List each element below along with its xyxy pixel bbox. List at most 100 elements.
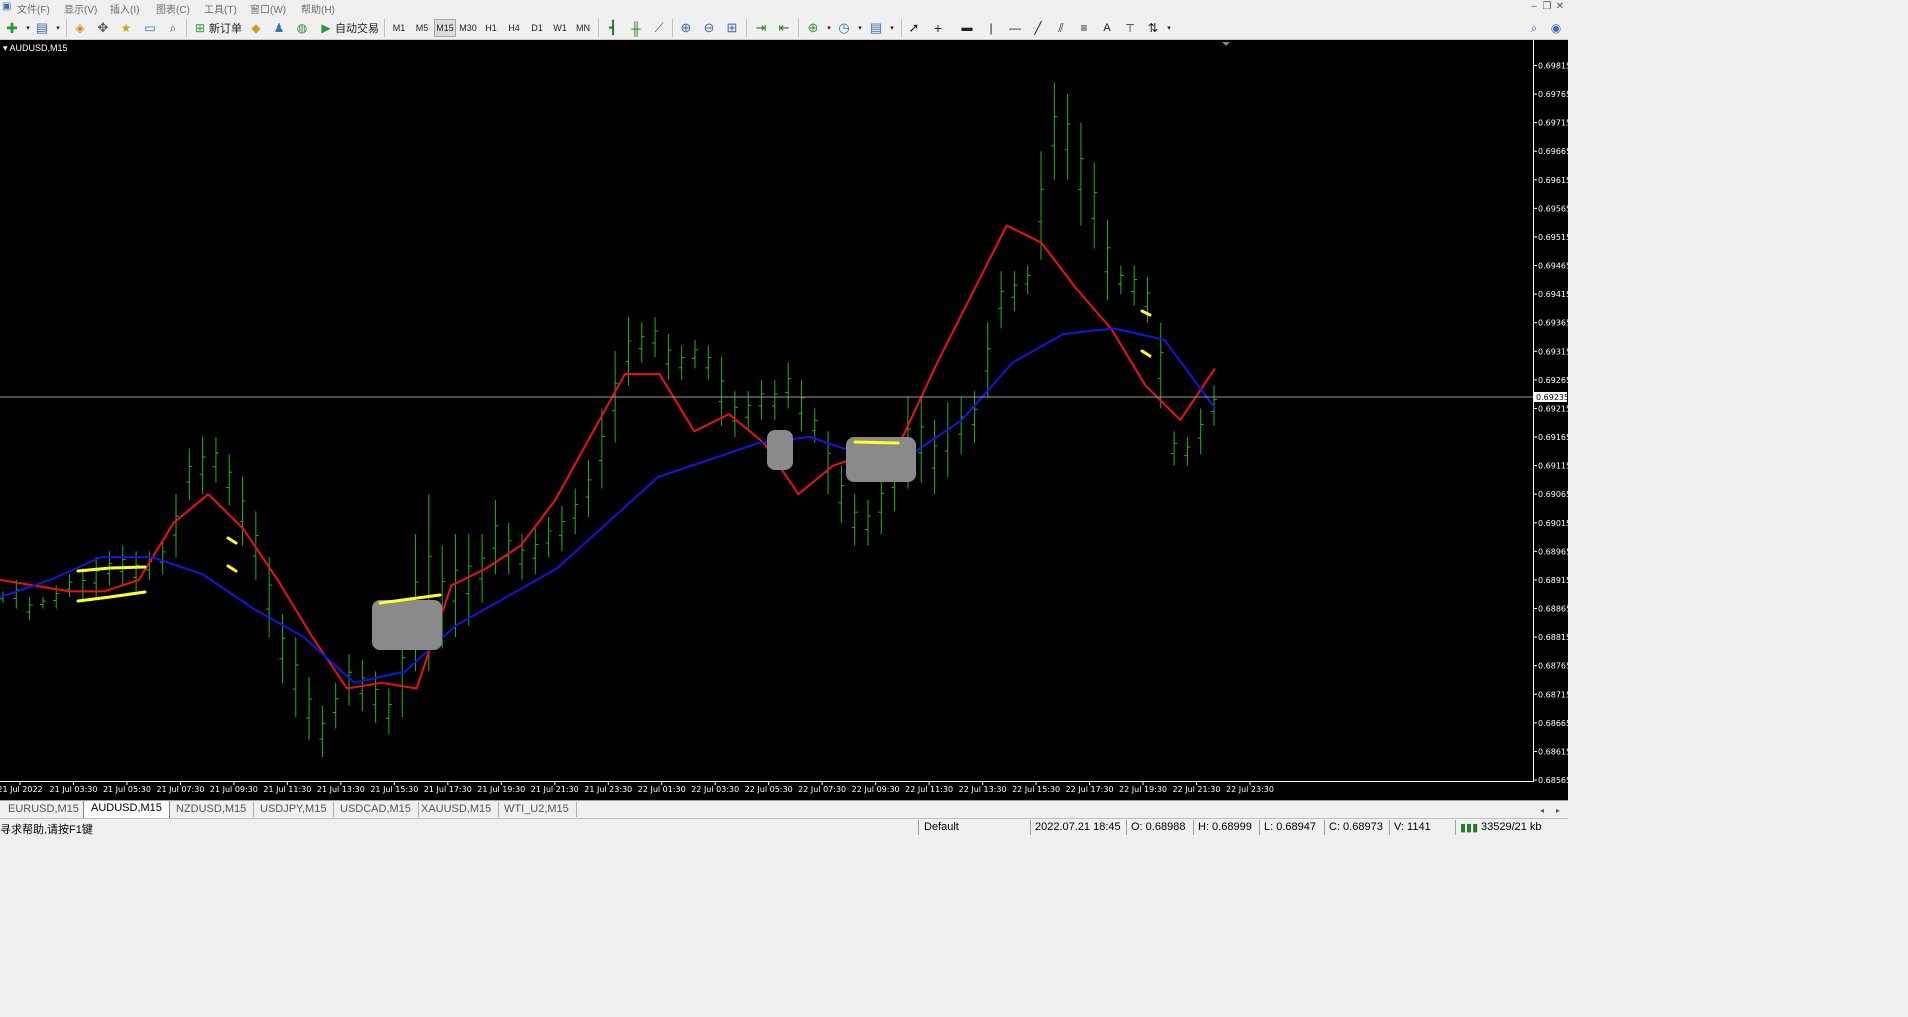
- status-profile: Default: [924, 821, 959, 833]
- yellow-highlight-stroke: [853, 440, 900, 445]
- market-watch-icon[interactable]: ◈: [72, 19, 88, 37]
- chart-canvas[interactable]: 0.69815 0.69765 0.69715 0.69665 0.69615 0.695…: [0, 40, 1568, 800]
- status-help: 寻求帮助,请按F1键: [0, 824, 93, 836]
- price-chart[interactable]: 0.69815 0.69765 0.69715 0.69665 0.69615 0.695…: [0, 40, 1568, 800]
- tile-windows-icon[interactable]: ⊞: [724, 19, 740, 37]
- community-icon[interactable]: ◉: [1548, 19, 1564, 37]
- separator: [1455, 820, 1456, 835]
- time-tick-label: 21 Jul 17:30: [424, 785, 472, 794]
- price-tick-label: 0.69315: [1538, 347, 1568, 356]
- auto-scroll-icon[interactable]: ⇥: [753, 19, 769, 37]
- zoom-out-icon[interactable]: ⊖: [701, 19, 717, 37]
- text-tool-icon[interactable]: A: [1099, 19, 1115, 37]
- yellow-highlight-stroke: [76, 565, 147, 573]
- fibonacci-icon[interactable]: ≡: [1076, 19, 1092, 37]
- separator: [746, 19, 747, 37]
- timeframe-m15[interactable]: M15: [434, 19, 456, 37]
- time-tick-label: 22 Jul 09:30: [852, 785, 900, 794]
- app-icon: ▣: [2, 1, 12, 12]
- time-tick-label: 21 Jul 05:30: [103, 785, 151, 794]
- tab-nzdusd[interactable]: NZDUSD,M15: [169, 802, 255, 817]
- navigator-icon[interactable]: ✥: [95, 19, 111, 37]
- menu-help[interactable]: 帮助(H): [301, 1, 335, 16]
- tab-scroll-left-icon[interactable]: ◂: [1534, 801, 1550, 819]
- minimize-icon[interactable]: –: [1528, 1, 1540, 13]
- search-icon[interactable]: ⌕: [1526, 19, 1542, 37]
- new-order-button[interactable]: 新订单: [209, 19, 242, 37]
- new-order-icon[interactable]: ⊞: [192, 19, 208, 37]
- separator: [1193, 820, 1194, 835]
- signals-icon[interactable]: ♟: [271, 19, 287, 37]
- time-tick-label: 21 Jul 23:30: [584, 785, 632, 794]
- time-tick-label: 22 Jul 05:30: [745, 785, 793, 794]
- timeframe-w1[interactable]: W1: [549, 19, 571, 37]
- timeframe-d1[interactable]: D1: [526, 19, 548, 37]
- time-tick-label: 22 Jul 23:30: [1226, 785, 1274, 794]
- bar-chart-icon[interactable]: ┫: [605, 19, 621, 37]
- tab-usdjpy[interactable]: USDJPY,M15: [253, 802, 335, 817]
- auto-trading-icon[interactable]: ▶: [318, 19, 334, 37]
- chart-symbol-text: AUDUSD,M15: [9, 43, 68, 53]
- chart-tabs: EURUSD,M15 AUDUSD,M15 NZDUSD,M15 USDJPY,…: [0, 800, 1568, 819]
- terminal-icon[interactable]: ▭: [142, 19, 158, 37]
- rectangle-icon[interactable]: ▬: [959, 19, 975, 37]
- tab-usdcad[interactable]: USDCAD,M15: [333, 802, 419, 817]
- dropdown-arrow-icon[interactable]: ▾: [821, 19, 837, 37]
- channel-icon[interactable]: ⫽: [1053, 19, 1069, 37]
- menu-charts[interactable]: 图表(C): [156, 1, 190, 16]
- menu-tools[interactable]: 工具(T): [204, 1, 237, 16]
- price-tick-label: 0.68715: [1538, 690, 1568, 699]
- tab-wti-u2[interactable]: WTI_U2,M15: [497, 802, 577, 817]
- restore-icon[interactable]: ❐: [1541, 1, 1553, 13]
- separator: [1030, 820, 1031, 835]
- globe-icon[interactable]: ◍: [294, 19, 310, 37]
- time-tick-label: 22 Jul 15:30: [1012, 785, 1060, 794]
- dropdown-arrow-icon[interactable]: ▾: [884, 19, 900, 37]
- tab-eurusd[interactable]: EURUSD,M15: [1, 802, 87, 817]
- dropdown-arrow-icon[interactable]: ▾: [1161, 19, 1177, 37]
- timeframe-h4[interactable]: H4: [503, 19, 525, 37]
- arrows-icon[interactable]: ⇅: [1145, 19, 1161, 37]
- text-label-icon[interactable]: ⊤: [1122, 19, 1138, 37]
- line-chart-icon[interactable]: ⟋: [651, 19, 667, 37]
- menu-insert[interactable]: 插入(I): [110, 1, 139, 16]
- templates-icon[interactable]: ▤: [868, 19, 884, 37]
- crosshair-icon[interactable]: +: [930, 19, 946, 37]
- timeframe-mn[interactable]: MN: [572, 19, 594, 37]
- favorites-icon[interactable]: ★: [118, 19, 134, 37]
- new-chart-icon[interactable]: ✚: [4, 19, 20, 37]
- vertical-line-icon[interactable]: |: [983, 19, 999, 37]
- tab-scroll-right-icon[interactable]: ▸: [1550, 801, 1566, 819]
- moving-average-fast: [0, 224, 1216, 690]
- chart-shift-icon[interactable]: ⇤: [776, 19, 792, 37]
- tester-icon[interactable]: ⌕: [165, 19, 181, 37]
- time-tick-label: 22 Jul 17:30: [1066, 785, 1114, 794]
- horizontal-line-icon[interactable]: —: [1007, 19, 1023, 37]
- timeframe-m30[interactable]: M30: [457, 19, 479, 37]
- cursor-icon[interactable]: ➚: [906, 19, 922, 37]
- candlestick-icon[interactable]: ╫: [628, 19, 644, 37]
- dropdown-arrow-icon[interactable]: ▾: [50, 19, 66, 37]
- timeframe-h1[interactable]: H1: [480, 19, 502, 37]
- close-icon[interactable]: ✕: [1554, 1, 1566, 13]
- menu-file[interactable]: 文件(F): [17, 1, 50, 16]
- shift-marker-icon: [1222, 42, 1230, 46]
- tab-xauusd[interactable]: XAUUSD,M15: [414, 802, 500, 817]
- timeframe-m5[interactable]: M5: [411, 19, 433, 37]
- indicators-icon[interactable]: ⊕: [805, 19, 821, 37]
- periods-icon[interactable]: ◷: [836, 19, 852, 37]
- tab-audusd[interactable]: AUDUSD,M15: [83, 801, 170, 819]
- auto-trading-button[interactable]: 自动交易: [335, 19, 379, 37]
- yellow-highlight-stroke: [1140, 309, 1152, 317]
- price-tick-label: 0.69815: [1538, 61, 1568, 70]
- gold-icon[interactable]: ◆: [248, 19, 264, 37]
- profiles-icon[interactable]: ▤: [34, 19, 50, 37]
- menu-window[interactable]: 窗口(W): [250, 1, 286, 16]
- trendline-icon[interactable]: ╱: [1030, 19, 1046, 37]
- dropdown-arrow-icon[interactable]: ▾: [852, 19, 868, 37]
- menu-view[interactable]: 显示(V): [64, 1, 97, 16]
- menu-bar: ▣ 文件(F) 显示(V) 插入(I) 图表(C) 工具(T) 窗口(W) 帮助…: [0, 0, 1568, 16]
- timeframe-m1[interactable]: M1: [388, 19, 410, 37]
- zoom-in-icon[interactable]: ⊕: [678, 19, 694, 37]
- grey-scribble-mask: [372, 600, 442, 650]
